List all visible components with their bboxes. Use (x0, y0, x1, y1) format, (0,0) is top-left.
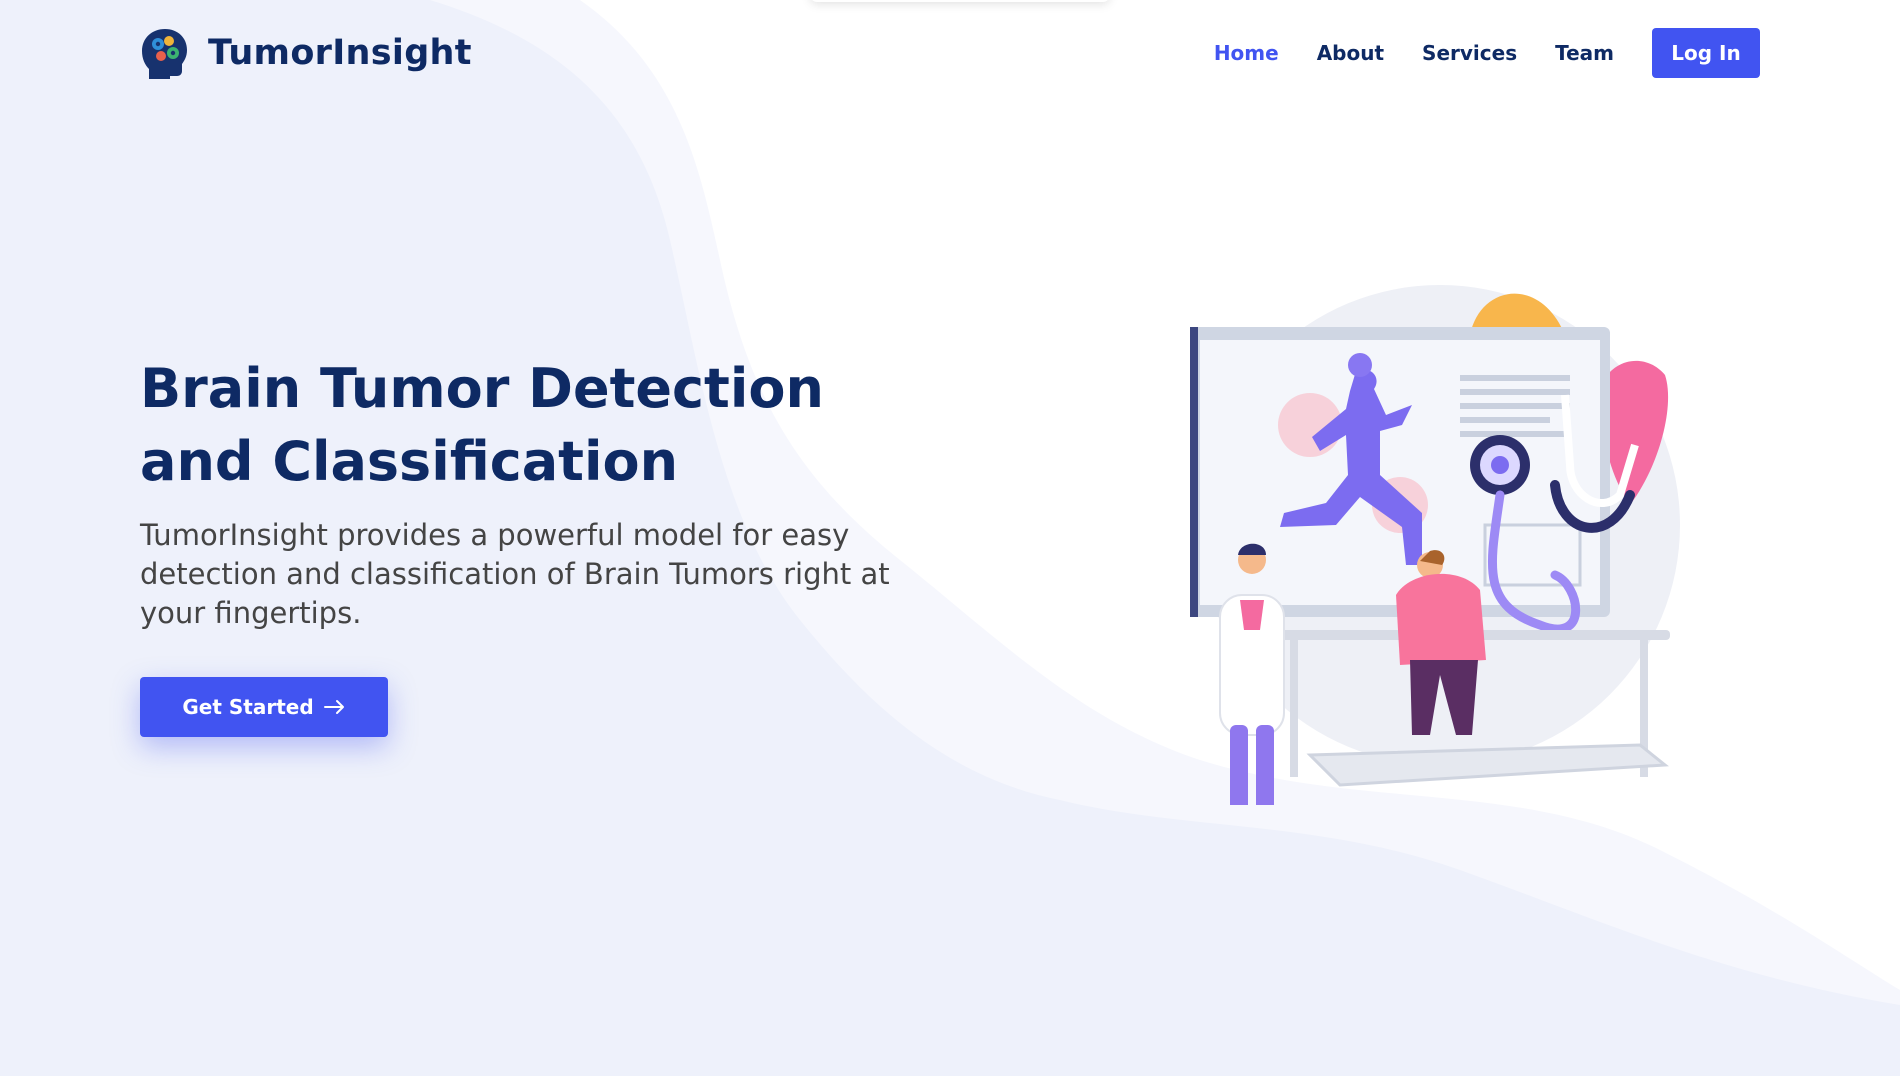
get-started-label: Get Started (182, 695, 314, 719)
top-scroll-indicator (810, 0, 1110, 2)
arrow-right-icon (323, 700, 344, 714)
medical-checkup-illustration (1190, 285, 1680, 805)
brain-head-icon (142, 29, 187, 79)
hero-section: Brain Tumor Detection and Classification… (140, 352, 920, 737)
main-nav: Home About Services Team Log In (1176, 28, 1760, 78)
nav-services[interactable]: Services (1422, 41, 1517, 65)
get-started-button[interactable]: Get Started (140, 677, 388, 737)
brand[interactable]: TumorInsight (140, 27, 472, 79)
hero-subtitle: TumorInsight provides a powerful model f… (140, 518, 890, 630)
site-header: TumorInsight Home About Services Team Lo… (140, 20, 1760, 86)
nav-about[interactable]: About (1317, 41, 1384, 65)
login-button[interactable]: Log In (1652, 28, 1760, 78)
brand-name: TumorInsight (208, 33, 472, 73)
nav-home[interactable]: Home (1214, 41, 1279, 65)
nav-team[interactable]: Team (1555, 41, 1614, 65)
hero-title: Brain Tumor Detection and Classification (140, 357, 824, 493)
